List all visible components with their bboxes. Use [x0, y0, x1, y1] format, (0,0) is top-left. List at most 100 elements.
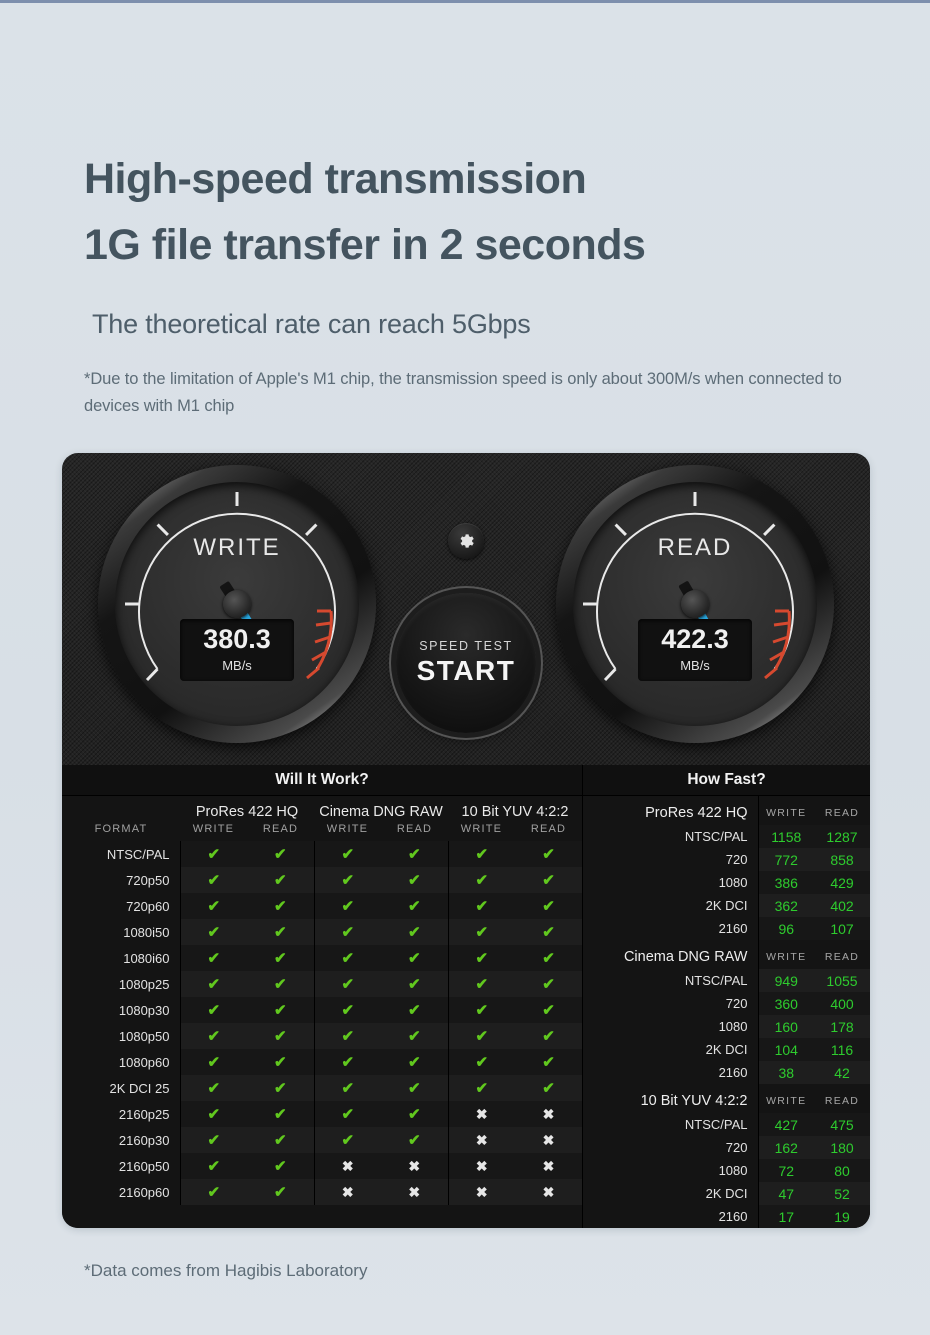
resolution-label: 2160	[718, 1209, 748, 1224]
table-row: NTSC/PAL 949 1055	[583, 969, 870, 992]
support-yes-cell: ✔	[515, 841, 582, 867]
format-cell: NTSC/PAL	[106, 846, 170, 862]
check-icon: ✔	[475, 872, 489, 889]
write-value: 72	[757, 1159, 814, 1182]
check-icon: ✔	[207, 1158, 221, 1175]
check-icon: ✔	[542, 950, 555, 967]
table-row: 2K DCI 362 402	[583, 894, 870, 917]
read-gauge: READ 422.3 MB/s	[556, 465, 834, 743]
check-icon: ✔	[341, 872, 355, 889]
write-gauge-unit: MB/s	[222, 658, 252, 673]
support-yes-cell: ✔	[313, 893, 381, 919]
subhead-yuv-read: READ	[530, 823, 567, 835]
support-yes-cell: ✔	[247, 841, 314, 867]
check-icon: ✔	[273, 1106, 287, 1123]
support-yes-cell: ✔	[515, 867, 582, 893]
will-it-work-title: Will It Work?	[62, 765, 582, 796]
check-icon: ✔	[273, 1184, 287, 1201]
check-icon: ✔	[475, 1002, 489, 1019]
write-value: 38	[757, 1061, 814, 1084]
format-cell: 720p50	[126, 872, 170, 888]
support-yes-cell: ✔	[313, 1127, 381, 1153]
table-row: 2K DCI 47 52	[583, 1182, 870, 1205]
support-yes-cell: ✔	[179, 841, 247, 867]
section-header-row: Cinema DNG RAW WRITE READ	[583, 940, 870, 969]
resolution-label: 720	[725, 852, 748, 867]
speed-test-start-button[interactable]: SPEED TEST START	[396, 593, 536, 733]
cross-icon: ✖	[542, 1183, 555, 1200]
support-yes-cell: ✔	[515, 1075, 582, 1101]
support-yes-cell: ✔	[447, 919, 515, 945]
write-value: 362	[757, 894, 814, 917]
support-yes-cell: ✔	[447, 1049, 515, 1075]
support-yes-cell: ✔	[313, 867, 381, 893]
resolution-label: NTSC/PAL	[684, 829, 748, 844]
table-row: 2160 17 19	[583, 1205, 870, 1228]
read-value: 42	[814, 1061, 870, 1084]
support-yes-cell: ✔	[447, 867, 515, 893]
table-row: 1080p25 ✔ ✔ ✔ ✔ ✔ ✔	[62, 971, 582, 997]
support-yes-cell: ✔	[515, 971, 582, 997]
check-icon: ✔	[341, 1054, 355, 1071]
check-icon: ✔	[407, 898, 421, 915]
support-yes-cell: ✔	[313, 841, 381, 867]
support-yes-cell: ✔	[447, 997, 515, 1023]
write-value: 386	[757, 871, 814, 894]
support-yes-cell: ✔	[381, 1049, 448, 1075]
format-cell: 2160p30	[118, 1132, 170, 1148]
support-yes-cell: ✔	[313, 971, 381, 997]
check-icon: ✔	[207, 1106, 221, 1123]
support-yes-cell: ✔	[515, 1049, 582, 1075]
table-row: 2160p60 ✔ ✔ ✖ ✖ ✖ ✖	[62, 1179, 582, 1205]
table-row: 1080 72 80	[583, 1159, 870, 1182]
start-button-label: START	[416, 655, 516, 686]
check-icon: ✔	[407, 976, 421, 993]
check-icon: ✔	[407, 924, 421, 941]
check-icon: ✔	[273, 846, 287, 863]
table-row: 2K DCI 25 ✔ ✔ ✔ ✔ ✔ ✔	[62, 1075, 582, 1101]
table-row: NTSC/PAL 1158 1287	[583, 825, 870, 848]
page-footer-note: *Data comes from Hagibis Laboratory	[84, 1261, 368, 1280]
write-value: 104	[757, 1038, 814, 1061]
cross-icon: ✖	[542, 1157, 555, 1174]
support-yes-cell: ✔	[515, 1023, 582, 1049]
resolution-label: 2K DCI	[705, 1186, 748, 1201]
how-fast-tbody: ProRes 422 HQ WRITE READ NTSC/PAL 1158 1287 72…	[583, 796, 870, 1228]
support-yes-cell: ✔	[247, 1101, 314, 1127]
table-row: 2K DCI 104 116	[583, 1038, 870, 1061]
read-gauge-label: READ	[657, 534, 733, 561]
support-no-cell: ✖	[313, 1153, 381, 1179]
support-yes-cell: ✔	[447, 1075, 515, 1101]
support-yes-cell: ✔	[247, 893, 314, 919]
support-no-cell: ✖	[381, 1179, 448, 1205]
write-value: 17	[757, 1205, 814, 1228]
write-gauge: WRITE 380.3 MB/s	[98, 465, 376, 743]
support-yes-cell: ✔	[179, 1179, 247, 1205]
write-value: 427	[757, 1113, 814, 1136]
support-yes-cell: ✔	[381, 971, 448, 997]
check-icon: ✔	[341, 1080, 355, 1097]
check-icon: ✔	[407, 846, 421, 863]
subhead-cinemadng-read: READ	[396, 823, 433, 835]
check-icon: ✔	[207, 924, 221, 941]
support-yes-cell: ✔	[381, 945, 448, 971]
read-value: 429	[814, 871, 870, 894]
column-header-write: WRITE	[757, 1084, 814, 1113]
check-icon: ✔	[542, 1028, 555, 1045]
check-icon: ✔	[207, 1080, 221, 1097]
write-value: 47	[757, 1182, 814, 1205]
page-subtitle: The theoretical rate can reach 5Gbps	[92, 309, 531, 339]
read-value: 19	[814, 1205, 870, 1228]
resolution-label: NTSC/PAL	[684, 973, 748, 988]
support-yes-cell: ✔	[247, 1179, 314, 1205]
support-yes-cell: ✔	[313, 1101, 381, 1127]
cross-icon: ✖	[408, 1183, 421, 1200]
resolution-label: 720	[725, 996, 748, 1011]
cross-icon: ✖	[542, 1105, 555, 1122]
settings-button[interactable]	[448, 523, 484, 559]
page-title-line-1: High-speed transmission	[84, 155, 587, 203]
support-no-cell: ✖	[515, 1127, 582, 1153]
read-value: 80	[814, 1159, 870, 1182]
support-yes-cell: ✔	[515, 893, 582, 919]
support-yes-cell: ✔	[381, 997, 448, 1023]
